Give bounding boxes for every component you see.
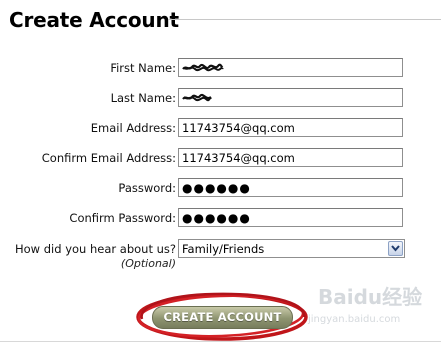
password-row: Password: ●●●●●● [0, 178, 441, 200]
page-title: Create Account [9, 8, 179, 32]
referral-optional-note: (Optional) [120, 257, 176, 270]
bottom-divider [0, 341, 441, 342]
chevron-down-icon[interactable] [388, 241, 403, 256]
confirm-email-label: Confirm Email Address: [41, 151, 176, 165]
confirm-password-row: Confirm Password: ●●●●●● [0, 208, 441, 230]
confirm-email-field[interactable]: 11743754@qq.com [178, 148, 403, 167]
first-name-row: First Name: [0, 58, 441, 80]
title-divider [168, 19, 441, 20]
password-label: Password: [118, 181, 176, 195]
referral-question: How did you hear about us? [15, 242, 176, 256]
submit-area: CREATE ACCOUNT [134, 289, 310, 343]
email-row: Email Address: 11743754@qq.com [0, 118, 441, 140]
email-field[interactable]: 11743754@qq.com [178, 118, 403, 137]
watermark: Baidu经验 jingyan.baidu.com [307, 285, 422, 325]
referral-label: How did you hear about us? (Optional) [15, 242, 176, 270]
first-name-field[interactable] [178, 58, 403, 77]
confirm-password-field[interactable]: ●●●●●● [178, 208, 403, 227]
redaction-scribble-icon [182, 62, 225, 76]
first-name-label: First Name: [110, 61, 176, 75]
password-field[interactable]: ●●●●●● [178, 178, 403, 197]
watermark-text: Baidu经验 [318, 285, 422, 309]
last-name-label: Last Name: [110, 91, 176, 105]
referral-row: How did you hear about us? (Optional) Fa… [0, 239, 441, 271]
confirm-email-row: Confirm Email Address: 11743754@qq.com [0, 148, 441, 170]
create-account-page: Create Account First Name: Last Name: Em… [0, 0, 441, 343]
referral-selected-value: Family/Friends [182, 242, 265, 256]
create-account-button[interactable]: CREATE ACCOUNT [152, 306, 293, 329]
watermark-url: jingyan.baidu.com [307, 314, 400, 325]
last-name-field[interactable] [178, 88, 403, 107]
last-name-row: Last Name: [0, 88, 441, 110]
referral-select[interactable]: Family/Friends [178, 239, 405, 258]
confirm-password-label: Confirm Password: [69, 211, 176, 225]
redaction-scribble-icon [182, 92, 212, 106]
email-label: Email Address: [90, 121, 176, 135]
